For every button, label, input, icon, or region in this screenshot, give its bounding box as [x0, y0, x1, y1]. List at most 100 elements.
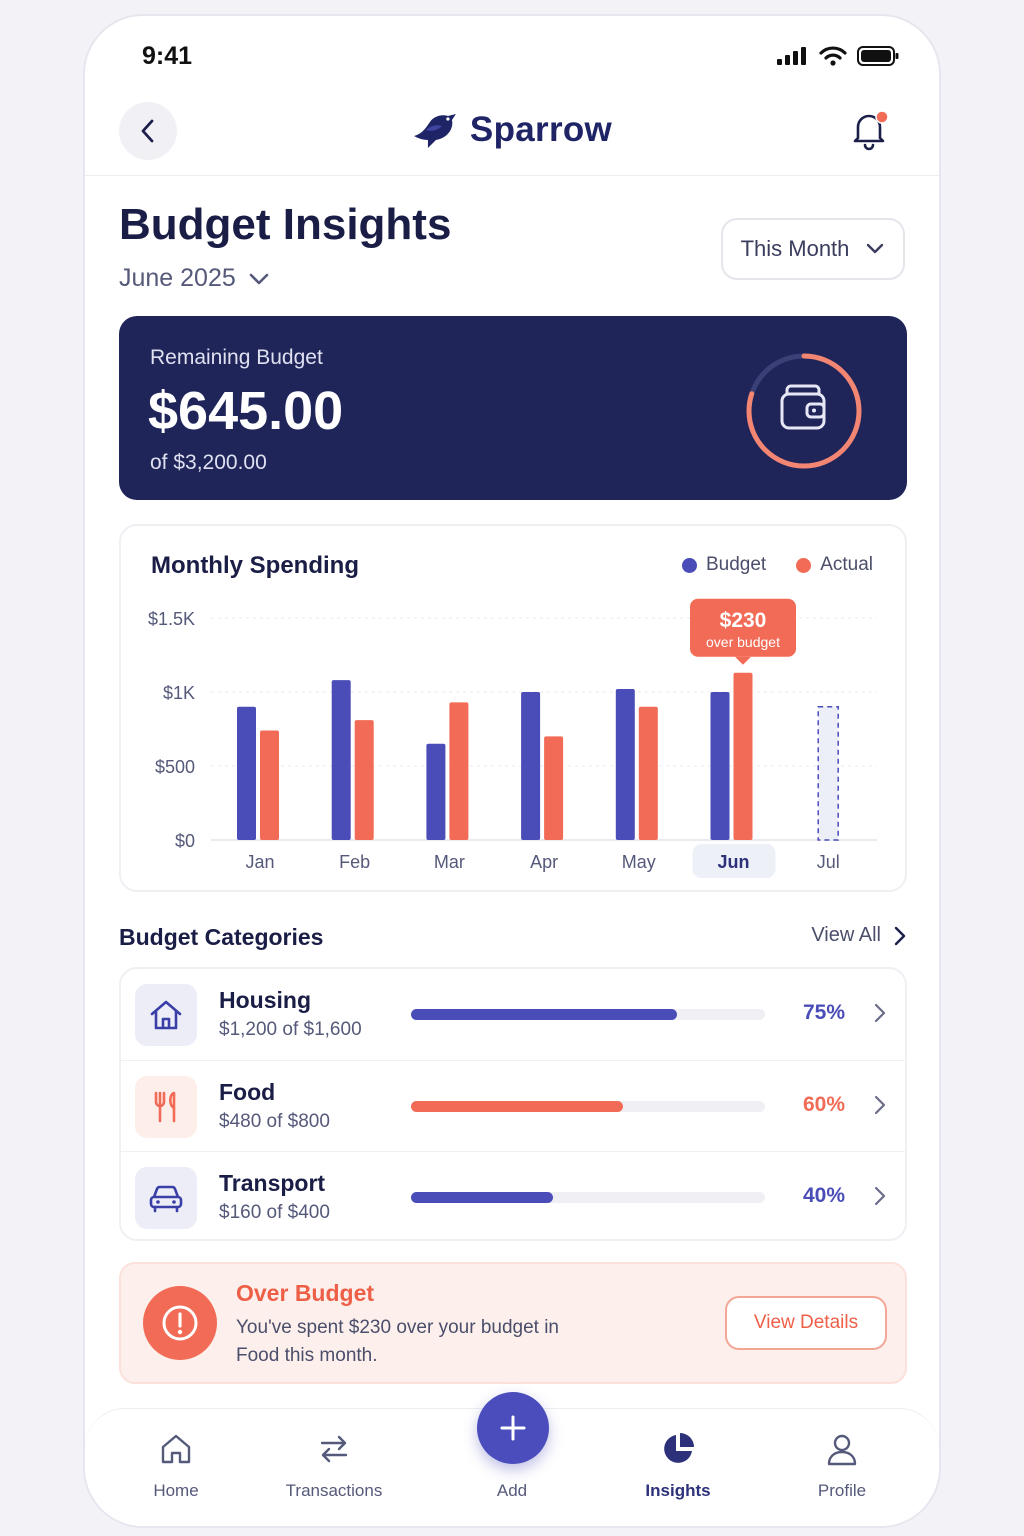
bar-budget	[615, 689, 635, 840]
category-icon-box	[135, 1076, 197, 1138]
budget-progress-ring	[746, 353, 862, 469]
transfer-arrows-icon	[320, 1435, 348, 1463]
user-icon	[827, 1434, 857, 1466]
tab-insights[interactable]: Insights	[603, 1427, 753, 1501]
tab-transactions[interactable]: Transactions	[259, 1427, 409, 1501]
bell-icon	[853, 110, 889, 151]
tab-profile[interactable]: Profile	[767, 1427, 917, 1501]
category-amount: $160 of $400	[219, 1202, 330, 1223]
tab-label: Add	[496, 1481, 528, 1500]
category-progress-fill	[411, 1101, 624, 1112]
callout-amount: $230	[720, 609, 767, 632]
battery-icon	[857, 46, 899, 66]
categories-list: Housing $1,200 of $1,600 75% Food $480 o…	[119, 967, 907, 1241]
car-icon	[149, 1185, 183, 1213]
category-name: Food	[219, 1079, 276, 1105]
y-tick-label: $500	[155, 757, 195, 777]
tab-label: Insights	[645, 1481, 711, 1500]
category-percent: 60%	[802, 1093, 845, 1116]
category-percent: 75%	[802, 1001, 845, 1024]
category-amount: $480 of $800	[219, 1111, 330, 1132]
brand-logo: Sparrow	[412, 108, 612, 152]
bar-budget	[331, 680, 351, 840]
exclamation-icon	[162, 1305, 198, 1341]
bar-actual	[638, 706, 658, 840]
x-tick-label: Mar	[434, 852, 465, 872]
month-label: June 2025	[119, 264, 236, 292]
category-progress-fill	[411, 1009, 677, 1020]
chevron-right-icon	[874, 1186, 886, 1206]
bar-budget	[710, 692, 730, 840]
chevron-right-icon	[874, 1095, 886, 1115]
pie-chart-icon	[664, 1433, 694, 1463]
tab-label: Profile	[817, 1481, 867, 1500]
remaining-budget-card: Remaining Budget $645.00 of $3,200.00	[119, 316, 907, 500]
bar-budget	[521, 692, 541, 840]
x-tick-label: Jun	[717, 852, 749, 872]
view-all-link[interactable]: View All	[811, 924, 907, 947]
category-row-transport[interactable]: Transport $160 of $400 40%	[121, 1151, 905, 1241]
bar-actual	[544, 736, 564, 840]
sparrow-bird-icon	[413, 114, 456, 148]
x-tick-label: Jul	[817, 852, 840, 872]
tab-icon-wrap	[259, 1427, 409, 1471]
view-details-button[interactable]: View Details	[725, 1296, 887, 1350]
wallet-icon	[780, 384, 826, 430]
phone-frame: 9:41 Sparrow Budget Insights June 2025 T…	[83, 14, 941, 1528]
page-title: Budget Insights	[119, 200, 452, 249]
categories-title: Budget Categories	[119, 924, 324, 950]
category-icon-box	[135, 984, 197, 1046]
period-label: This Month	[740, 236, 850, 261]
plus-icon	[500, 1415, 526, 1441]
monthly-spending-card: Monthly Spending Budget Actual $0 $500 $1K…	[119, 524, 907, 892]
x-tick-label: May	[622, 852, 656, 872]
category-name: Transport	[219, 1170, 326, 1196]
tab-home[interactable]: Home	[101, 1427, 251, 1501]
chevron-right-icon	[874, 1003, 886, 1023]
chevron-right-icon	[894, 926, 906, 945]
y-tick-label: $1K	[163, 683, 195, 703]
alert-icon-circle	[143, 1286, 217, 1360]
fork-knife-icon	[154, 1091, 176, 1123]
cellular-signal-icon	[777, 47, 806, 65]
chevron-left-icon	[141, 119, 154, 143]
chevron-down-icon	[867, 243, 884, 254]
y-tick-label: $0	[175, 831, 195, 851]
status-bar: 9:41	[85, 16, 939, 96]
month-selector[interactable]: June 2025	[119, 264, 270, 293]
category-row-housing[interactable]: Housing $1,200 of $1,600 75%	[121, 969, 905, 1059]
back-button[interactable]	[119, 102, 177, 160]
y-tick-label: $1.5K	[148, 609, 195, 629]
house-icon	[150, 1000, 182, 1030]
over-budget-alert: Over Budget You've spent $230 over your …	[119, 1262, 907, 1384]
remaining-total: of $3,200.00	[150, 451, 267, 474]
tab-icon-wrap	[101, 1427, 251, 1471]
add-transaction-button[interactable]	[477, 1392, 549, 1464]
home-icon	[161, 1434, 191, 1464]
category-progress-fill	[411, 1192, 553, 1203]
x-tick-label: Feb	[339, 852, 370, 872]
category-progress-bar	[411, 1192, 765, 1203]
tab-label: Home	[153, 1481, 199, 1500]
tab-icon-wrap	[603, 1427, 753, 1471]
app-header: Sparrow	[85, 98, 939, 176]
category-row-food[interactable]: Food $480 of $800 60%	[121, 1060, 905, 1150]
status-icons	[777, 46, 899, 66]
wifi-icon	[819, 46, 847, 66]
view-all-label: View All	[811, 924, 881, 946]
callout-pointer	[735, 656, 751, 665]
period-dropdown[interactable]: This Month	[721, 218, 905, 280]
remaining-label: Remaining Budget	[150, 346, 323, 369]
bar-actual	[354, 720, 374, 840]
spending-bar-chart: $0 $500 $1K $1.5K Jan Feb Mar Apr May Jun $230 over…	[148, 598, 877, 878]
bar-actual	[733, 672, 753, 840]
category-progress-bar	[411, 1101, 765, 1112]
notifications-button[interactable]	[847, 108, 891, 152]
category-progress-bar	[411, 1009, 765, 1020]
category-amount: $1,200 of $1,600	[219, 1019, 362, 1040]
categories-header: Budget Categories View All	[119, 924, 907, 951]
alert-title: Over Budget	[236, 1280, 375, 1306]
brand-name: Sparrow	[469, 110, 613, 149]
x-tick-label: Jan	[245, 852, 274, 872]
callout-note: over budget	[706, 634, 780, 650]
